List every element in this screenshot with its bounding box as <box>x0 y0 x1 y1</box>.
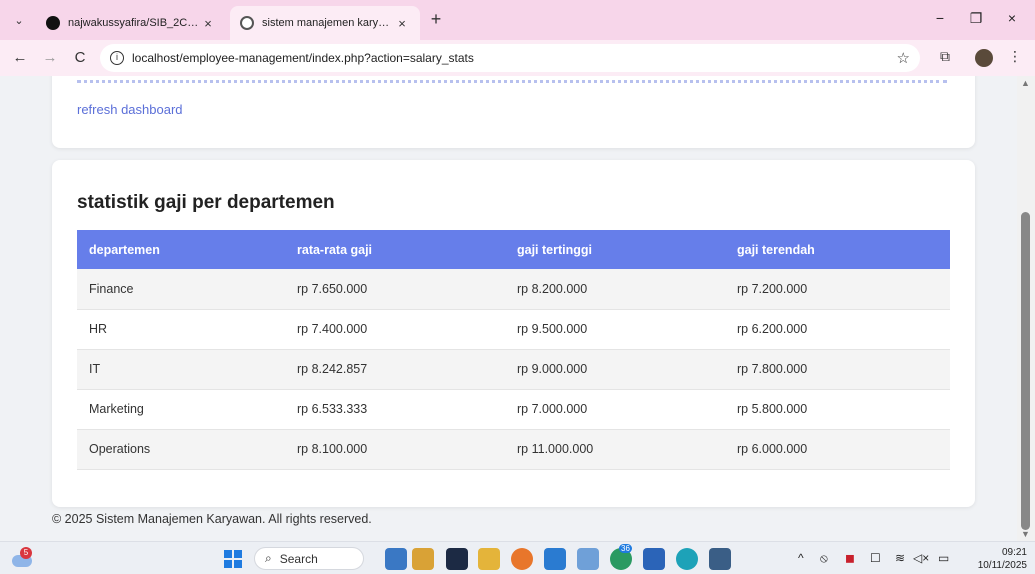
taskbar-app-icon[interactable] <box>412 548 434 570</box>
cell-terendah: rp 7.800.000 <box>725 349 950 390</box>
header-departemen: departemen <box>89 242 160 257</box>
cell-rata-rata: rp 7.400.000 <box>285 309 505 350</box>
start-button[interactable] <box>224 550 242 568</box>
weather-widget[interactable]: 5 <box>8 547 34 569</box>
taskbar-app-icon[interactable] <box>577 548 599 570</box>
reload-button[interactable]: C <box>70 48 90 68</box>
section-title: statistik gaji per departemen <box>77 192 335 213</box>
search-icon: ⌕ <box>265 551 272 565</box>
scroll-down-arrow-icon[interactable]: ▼ <box>1021 529 1030 539</box>
battery-icon[interactable]: ▭ <box>938 551 949 565</box>
taskbar-app-icon[interactable] <box>446 548 468 570</box>
salary-stats-card: statistik gaji per departemen departemen… <box>52 160 975 507</box>
taskbar-search[interactable]: ⌕ Search <box>254 547 364 570</box>
new-tab-button[interactable]: + <box>426 10 446 30</box>
taskbar-app-icon[interactable] <box>385 548 407 570</box>
profile-avatar[interactable] <box>975 49 993 67</box>
page-viewport: refresh dashboard statistik gaji per dep… <box>0 76 1017 541</box>
page-footer: © 2025 Sistem Manajemen Karyawan. All ri… <box>52 512 372 526</box>
volume-icon[interactable]: ◁× <box>913 551 929 565</box>
cutoff-text-line <box>77 80 947 84</box>
tab-github[interactable]: najwakussyafira/SIB_2C_Najwa × <box>36 6 226 40</box>
taskbar-app-icon[interactable] <box>676 548 698 570</box>
windows-taskbar: 5 ⌕ Search 36 ^ ⦸ ◼ ☐ ≋ ◁× ▭ 09:21 10/11… <box>0 541 1035 574</box>
refresh-dashboard-link[interactable]: refresh dashboard <box>77 102 183 117</box>
tray-icon[interactable]: ☐ <box>870 551 881 565</box>
cell-rata-rata: rp 6.533.333 <box>285 389 505 430</box>
site-info-icon[interactable]: i <box>110 51 124 65</box>
vscode-icon[interactable] <box>544 548 566 570</box>
vertical-scrollbar[interactable]: ▲ ▼ <box>1017 76 1035 541</box>
url-text: localhost/employee-management/index.php?… <box>132 51 474 65</box>
extensions-icon[interactable]: ⧉ <box>935 48 955 68</box>
browser-app-icon[interactable] <box>511 548 533 570</box>
cell-tertinggi: rp 9.000.000 <box>505 349 725 390</box>
search-placeholder: Search <box>279 551 318 566</box>
browser-toolbar: ← → C i localhost/employee-management/in… <box>0 40 1035 76</box>
wifi-icon[interactable]: ≋ <box>895 551 905 565</box>
tab-label: najwakussyafira/SIB_2C_Najwa <box>68 17 200 29</box>
postgres-icon[interactable] <box>709 548 731 570</box>
tray-security-icon[interactable]: ◼ <box>845 551 855 565</box>
tab-close-icon[interactable]: × <box>200 16 216 31</box>
system-clock[interactable]: 09:21 10/11/2025 <box>962 546 1027 572</box>
tab-strip: ⌄ najwakussyafira/SIB_2C_Najwa × sistem … <box>0 0 1035 40</box>
cell-rata-rata: rp 8.242.857 <box>285 349 505 390</box>
cell-departemen: Marketing <box>77 389 285 430</box>
clock-time: 09:21 <box>1001 547 1027 558</box>
tray-overflow-icon[interactable]: ^ <box>798 551 804 565</box>
cell-tertinggi: rp 9.500.000 <box>505 309 725 350</box>
restore-button[interactable]: ❐ <box>966 10 986 30</box>
notification-badge: 5 <box>20 547 32 559</box>
back-button[interactable]: ← <box>10 48 30 68</box>
clock-date: 10/11/2025 <box>977 560 1027 571</box>
tab-employee-system[interactable]: sistem manajemen karyawan × <box>230 6 420 40</box>
bookmark-star-icon[interactable]: ☆ <box>897 49 910 67</box>
menu-kebab-icon[interactable]: ⋮ <box>1005 48 1025 68</box>
cell-terendah: rp 5.800.000 <box>725 389 950 430</box>
tab-search-chevron-icon[interactable]: ⌄ <box>8 9 30 31</box>
table-header-row: departemen rata-rata gaji gaji tertinggi… <box>77 230 950 269</box>
scroll-thumb[interactable] <box>1021 212 1030 530</box>
cell-tertinggi: rp 7.000.000 <box>505 389 725 430</box>
cell-departemen: Finance <box>77 269 285 310</box>
header-terendah: gaji terendah <box>737 242 815 257</box>
minimize-button[interactable]: − <box>930 10 950 30</box>
github-icon <box>46 16 60 30</box>
table-row: IT rp 8.242.857 rp 9.000.000 rp 7.800.00… <box>77 349 950 390</box>
cell-tertinggi: rp 8.200.000 <box>505 269 725 310</box>
salary-table: departemen rata-rata gaji gaji tertinggi… <box>77 230 950 470</box>
cell-terendah: rp 7.200.000 <box>725 269 950 310</box>
cell-terendah: rp 6.200.000 <box>725 309 950 350</box>
address-bar[interactable]: i localhost/employee-management/index.ph… <box>100 44 920 72</box>
globe-icon <box>240 16 254 30</box>
cell-departemen: Operations <box>77 429 285 470</box>
table-row: Operations rp 8.100.000 rp 11.000.000 rp… <box>77 429 950 470</box>
table-row: HR rp 7.400.000 rp 9.500.000 rp 6.200.00… <box>77 309 950 350</box>
cell-departemen: IT <box>77 349 285 390</box>
cell-terendah: rp 6.000.000 <box>725 429 950 470</box>
edge-badge: 36 <box>619 544 632 553</box>
cell-departemen: HR <box>77 309 285 350</box>
close-window-button[interactable]: × <box>1002 10 1022 30</box>
cell-rata-rata: rp 7.650.000 <box>285 269 505 310</box>
cell-rata-rata: rp 8.100.000 <box>285 429 505 470</box>
table-row: Marketing rp 6.533.333 rp 7.000.000 rp 5… <box>77 389 950 430</box>
edge-icon[interactable]: 36 <box>610 544 632 570</box>
header-tertinggi: gaji tertinggi <box>517 242 592 257</box>
tray-icon[interactable]: ⦸ <box>820 551 828 566</box>
tab-close-icon[interactable]: × <box>394 16 410 31</box>
table-row: Finance rp 7.650.000 rp 8.200.000 rp 7.2… <box>77 269 950 310</box>
dashboard-card: refresh dashboard <box>52 76 975 148</box>
forward-button[interactable]: → <box>40 48 60 68</box>
cell-tertinggi: rp 11.000.000 <box>505 429 725 470</box>
file-explorer-icon[interactable] <box>478 548 500 570</box>
tab-label: sistem manajemen karyawan <box>262 17 394 29</box>
scroll-up-arrow-icon[interactable]: ▲ <box>1021 78 1030 88</box>
header-rata-rata: rata-rata gaji <box>297 242 373 257</box>
taskbar-app-icon[interactable] <box>643 548 665 570</box>
